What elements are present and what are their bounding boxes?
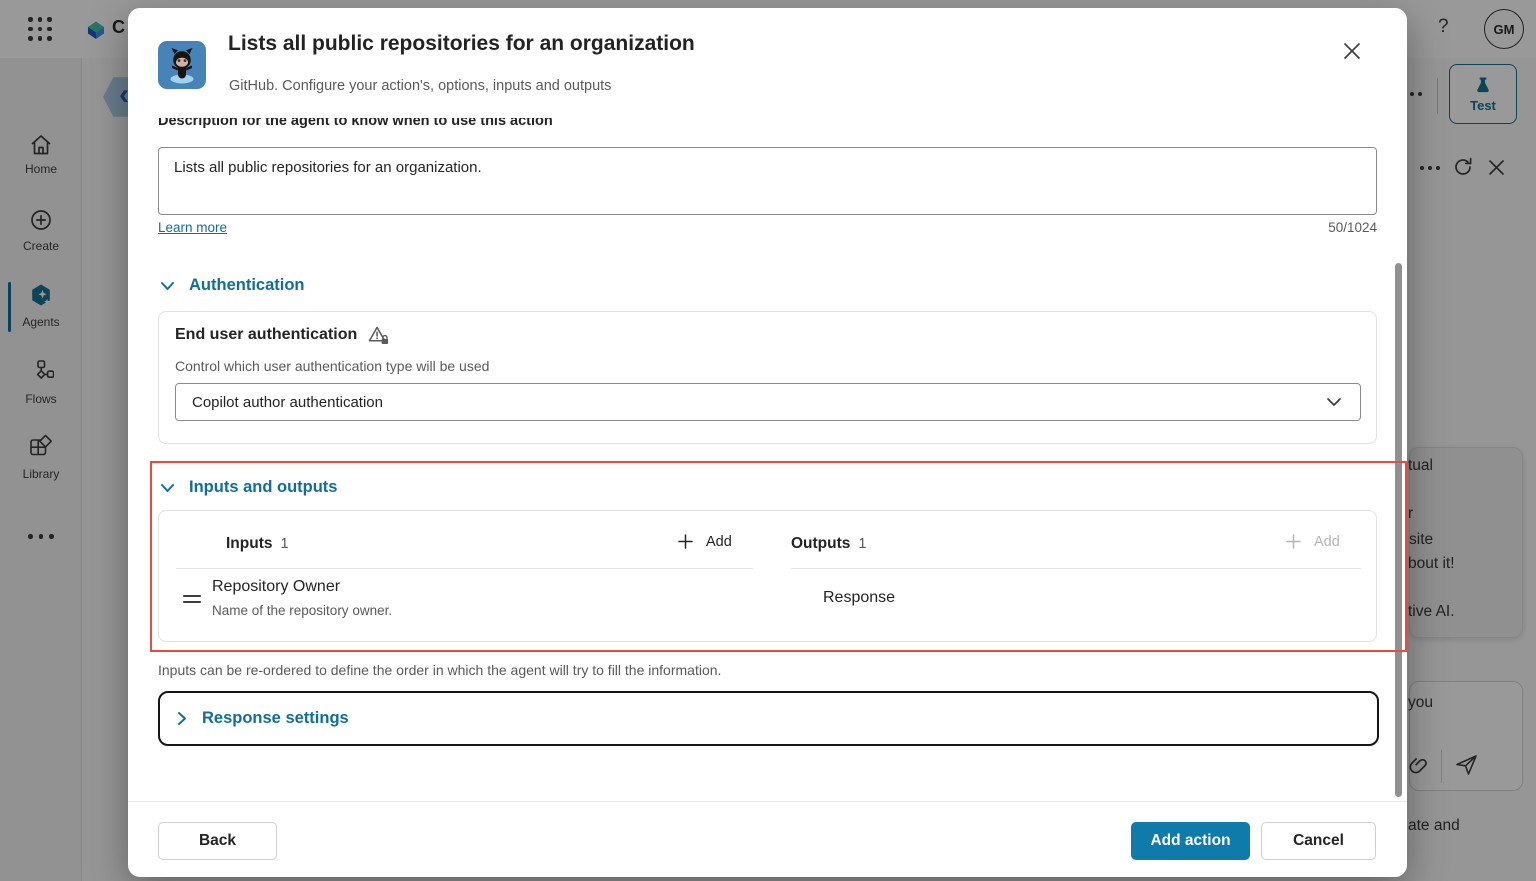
response-settings-label: Response settings xyxy=(202,709,349,728)
inputs-reorder-helper: Inputs can be re-ordered to define the o… xyxy=(158,662,721,678)
output-row-name[interactable]: Response xyxy=(823,589,895,607)
inputs-outputs-section-toggle[interactable]: Inputs and outputs xyxy=(160,478,337,497)
end-user-auth-label: End user authentication xyxy=(175,326,357,344)
inputs-outputs-section-label: Inputs and outputs xyxy=(189,478,337,497)
outputs-column-header: Outputs 1 xyxy=(791,535,866,553)
plus-icon xyxy=(1285,533,1302,550)
auth-type-dropdown[interactable]: Copilot author authentication xyxy=(175,383,1361,421)
footer-divider xyxy=(128,801,1407,802)
authentication-section-label: Authentication xyxy=(189,276,305,295)
back-button[interactable]: Back xyxy=(158,822,277,860)
end-user-auth-label-row: End user authentication xyxy=(175,325,390,345)
chevron-down-icon xyxy=(160,480,175,495)
inputs-count: 1 xyxy=(281,536,289,552)
dialog-close-icon[interactable] xyxy=(1337,36,1367,66)
authentication-section-toggle[interactable]: Authentication xyxy=(160,276,305,295)
outputs-header-divider xyxy=(791,568,1361,569)
modal-scrollbar-thumb[interactable] xyxy=(1395,263,1402,797)
action-config-dialog: Lists all public repositories for an org… xyxy=(128,8,1407,877)
chevron-right-icon xyxy=(174,711,189,726)
chevron-down-icon xyxy=(160,278,175,293)
input-row-name[interactable]: Repository Owner xyxy=(212,578,340,596)
warning-lock-icon xyxy=(367,325,390,345)
drag-handle-icon[interactable] xyxy=(183,595,201,603)
chevron-down-icon xyxy=(1326,395,1342,409)
inputs-header-divider xyxy=(176,568,753,569)
auth-type-selected-value: Copilot author authentication xyxy=(192,394,1326,411)
outputs-count: 1 xyxy=(858,536,866,552)
dialog-title: Lists all public repositories for an org… xyxy=(228,32,695,56)
add-action-button[interactable]: Add action xyxy=(1131,822,1250,860)
authentication-card: End user authentication Control which us… xyxy=(158,311,1377,444)
inputs-column-header: Inputs 1 xyxy=(226,535,289,553)
add-input-button[interactable]: Add xyxy=(677,533,732,550)
add-output-button[interactable]: Add xyxy=(1285,533,1340,550)
plus-icon xyxy=(677,533,694,550)
github-icon xyxy=(158,41,206,89)
char-counter: 50/1024 xyxy=(158,220,1377,235)
app-root: C ? GM Home Create Agents xyxy=(0,0,1536,881)
end-user-auth-hint: Control which user authentication type w… xyxy=(175,358,489,374)
dialog-subtitle: GitHub. Configure your action's, options… xyxy=(229,78,611,94)
response-settings-section-toggle[interactable]: Response settings xyxy=(158,691,1379,746)
inputs-outputs-card: Inputs 1 Add Repository Owner Name of th… xyxy=(158,510,1377,642)
description-label-clipped: Description for the agent to know when t… xyxy=(158,118,1258,132)
description-input[interactable]: Lists all public repositories for an org… xyxy=(158,147,1377,215)
input-row-description: Name of the repository owner. xyxy=(212,603,392,618)
cancel-button[interactable]: Cancel xyxy=(1261,822,1376,860)
